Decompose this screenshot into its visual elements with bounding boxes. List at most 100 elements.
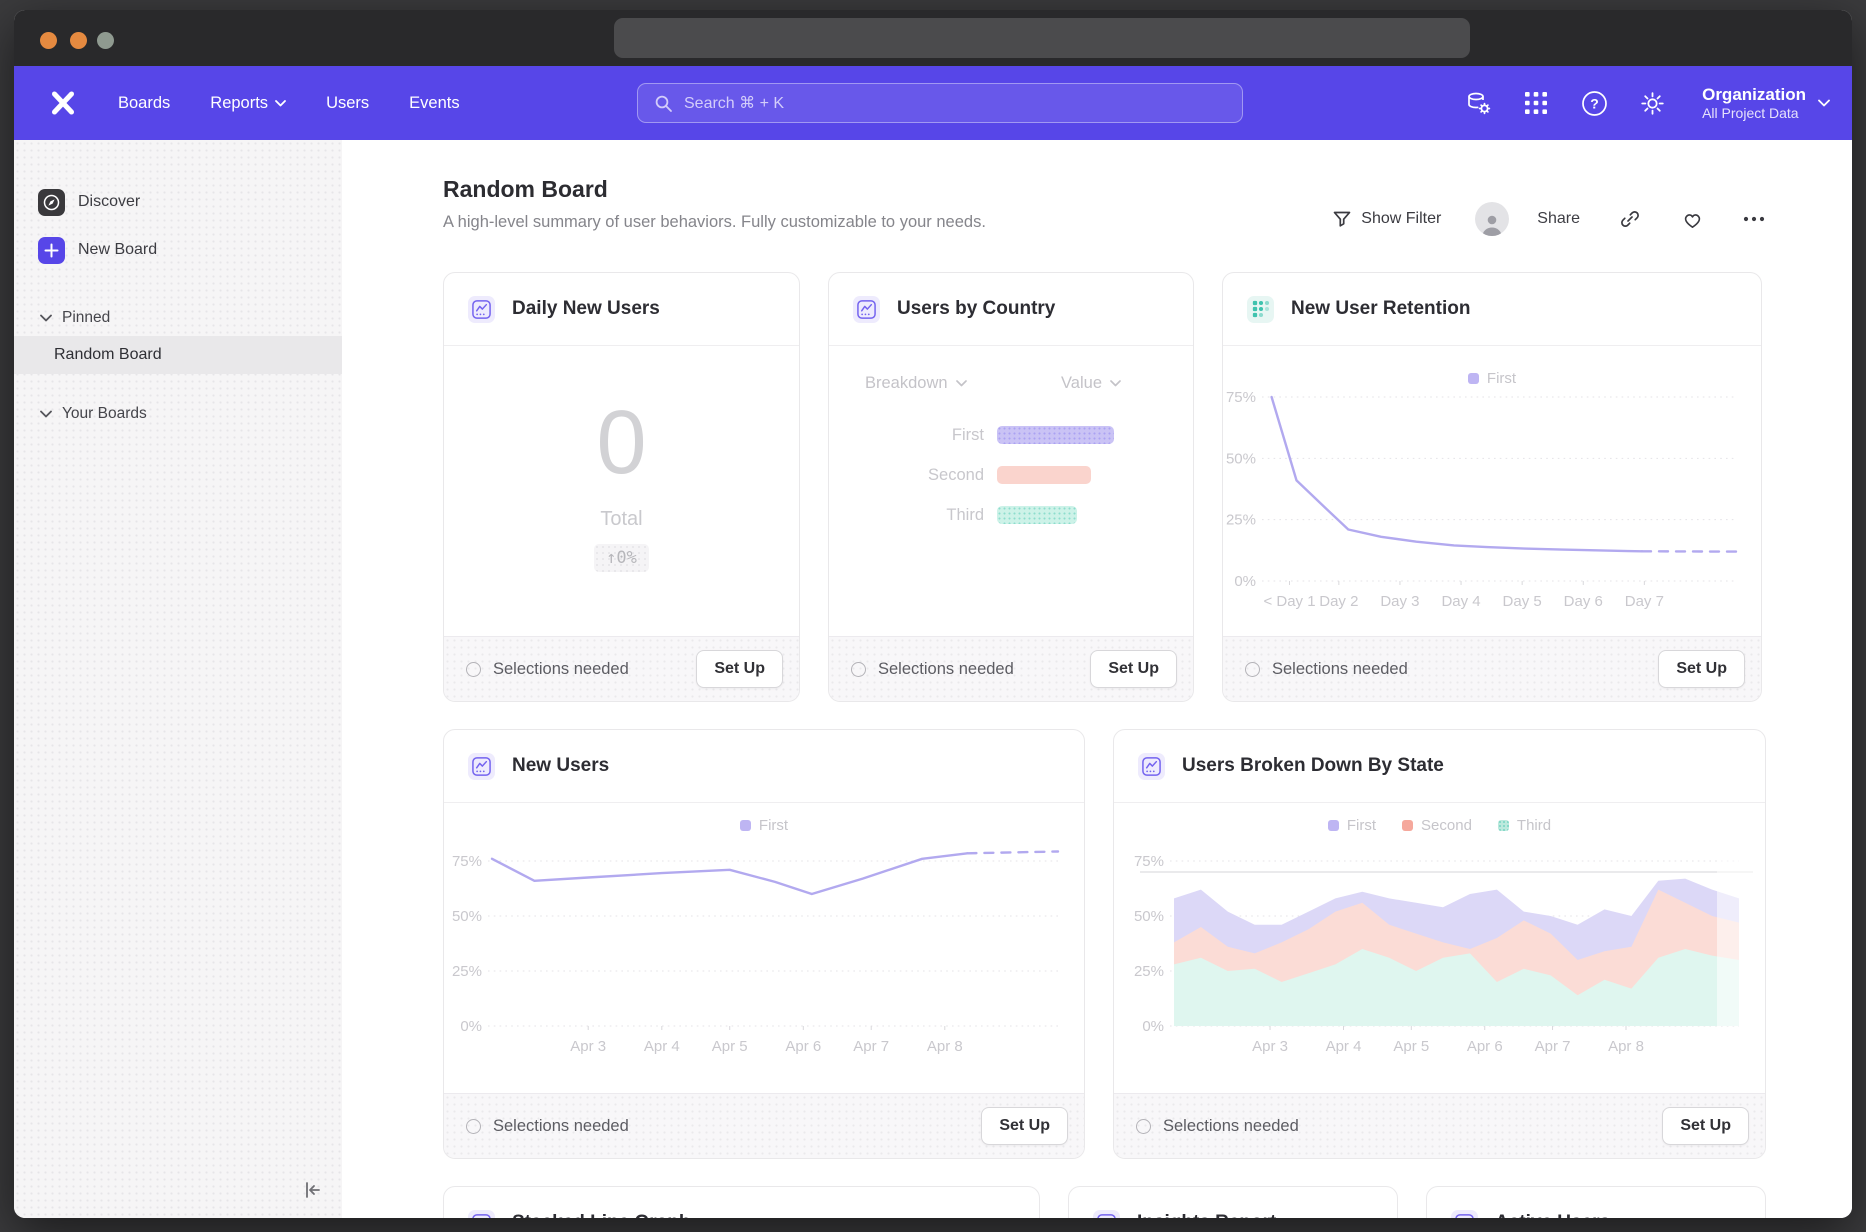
svg-text:Apr 7: Apr 7: [853, 1038, 889, 1055]
breakdown-dropdown[interactable]: Breakdown: [865, 374, 967, 393]
status-text: Selections needed: [878, 660, 1014, 679]
status-circle-icon: [1136, 1119, 1151, 1134]
set-up-button[interactable]: Set Up: [981, 1107, 1068, 1145]
status-text: Selections needed: [1163, 1117, 1299, 1136]
svg-text:Apr 4: Apr 4: [644, 1038, 680, 1055]
set-up-button[interactable]: Set Up: [696, 650, 783, 688]
metric-label: Total: [600, 508, 642, 531]
status-indicator: Selections needed: [1245, 660, 1408, 679]
card-title: Users by Country: [897, 298, 1055, 320]
avatar[interactable]: [1475, 202, 1509, 236]
browser-address-bar[interactable]: [614, 18, 1470, 58]
status-circle-icon: [466, 662, 481, 677]
card-title: Insights Report: [1137, 1212, 1276, 1218]
share-button[interactable]: Share: [1537, 210, 1580, 228]
nav-item-events[interactable]: Events: [409, 94, 459, 113]
nav-item-users[interactable]: Users: [326, 94, 369, 113]
global-search-input[interactable]: Search ⌘ + K: [637, 83, 1243, 123]
insights-chart-icon: [1138, 753, 1165, 780]
svg-text:Day 3: Day 3: [1380, 593, 1419, 610]
metric-block: 0 Total ↑0%: [444, 346, 799, 636]
card-title: New User Retention: [1291, 298, 1470, 320]
help-icon[interactable]: ?: [1580, 89, 1608, 117]
card-users-by-state: Users Broken Down By State First Second …: [1113, 729, 1766, 1159]
status-text: Selections needed: [1272, 660, 1408, 679]
card-title: Stacked Line Graph: [512, 1212, 690, 1218]
nav-item-label: Reports: [210, 94, 268, 113]
window-zoom-button[interactable]: [97, 32, 114, 49]
sidebar-board-label: Random Board: [54, 346, 162, 364]
svg-text:Day 6: Day 6: [1564, 593, 1603, 610]
org-project-label: All Project Data: [1702, 105, 1806, 123]
status-circle-icon: [851, 662, 866, 677]
window-minimize-button[interactable]: [70, 32, 87, 49]
metric-delta-badge: ↑0%: [594, 544, 649, 572]
svg-text:50%: 50%: [1226, 450, 1256, 467]
nav-item-reports[interactable]: Reports: [210, 94, 286, 113]
svg-text:75%: 75%: [452, 853, 482, 870]
svg-text:Apr 8: Apr 8: [1608, 1038, 1644, 1055]
favorite-heart-icon[interactable]: [1680, 207, 1704, 231]
more-options-icon[interactable]: [1742, 207, 1766, 231]
status-indicator: Selections needed: [466, 1117, 629, 1136]
card-title: Active Users: [1495, 1212, 1610, 1218]
compass-icon: [38, 189, 65, 216]
card-header: New Users: [444, 730, 1084, 803]
chevron-down-icon: [1110, 380, 1121, 387]
retention-line-chart: 75%50%25%0%< Day 1Day 2Day 3Day 4Day 5Da…: [1223, 346, 1761, 636]
sidebar-board-random-board[interactable]: Random Board: [14, 336, 342, 374]
copy-link-icon[interactable]: [1618, 207, 1642, 231]
chevron-down-icon: [275, 100, 286, 107]
retention-grid-icon: [1247, 296, 1274, 323]
mixpanel-logo-icon[interactable]: [48, 88, 78, 118]
show-filter-button[interactable]: Show Filter: [1332, 209, 1441, 229]
card-header: New User Retention: [1223, 273, 1761, 346]
data-management-icon[interactable]: [1464, 89, 1492, 117]
breakdown-row: Second: [829, 455, 1193, 495]
window-close-button[interactable]: [40, 32, 57, 49]
card-footer: Selections needed Set Up: [444, 1093, 1084, 1158]
status-text: Selections needed: [493, 1117, 629, 1136]
value-dropdown[interactable]: Value: [1061, 374, 1121, 393]
nav-item-label: Users: [326, 94, 369, 113]
svg-text:75%: 75%: [1134, 853, 1164, 870]
value-label: Value: [1061, 374, 1102, 393]
row-label: First: [829, 426, 984, 445]
org-name: Organization: [1702, 84, 1806, 105]
sidebar-section-label: Your Boards: [62, 405, 147, 423]
card-footer: Selections needed Set Up: [444, 636, 799, 701]
set-up-button[interactable]: Set Up: [1090, 650, 1177, 688]
status-indicator: Selections needed: [851, 660, 1014, 679]
svg-text:Apr 6: Apr 6: [785, 1038, 821, 1055]
metric-value: 0: [596, 398, 646, 488]
svg-text:Apr 3: Apr 3: [570, 1038, 606, 1055]
insights-chart-icon: [1093, 1210, 1120, 1219]
card-title: Users Broken Down By State: [1182, 755, 1444, 777]
settings-gear-icon[interactable]: [1638, 89, 1666, 117]
sidebar-section-pinned[interactable]: Pinned: [14, 300, 342, 336]
collapse-sidebar-icon[interactable]: [298, 1176, 326, 1204]
sidebar-section-your-boards[interactable]: Your Boards: [14, 396, 342, 432]
org-project-switcher[interactable]: Organization All Project Data: [1702, 84, 1830, 123]
card-active-users: Active Users: [1426, 1186, 1766, 1218]
sidebar-item-discover[interactable]: Discover: [14, 178, 342, 226]
sidebar-item-new-board[interactable]: New Board: [14, 226, 342, 274]
row-label: Third: [829, 506, 984, 525]
svg-text:50%: 50%: [1134, 908, 1164, 925]
svg-text:Day 7: Day 7: [1625, 593, 1664, 610]
svg-text:Apr 5: Apr 5: [1393, 1038, 1429, 1055]
card-new-user-retention: New User Retention First 75%50%25%0%< Da…: [1222, 272, 1762, 702]
page-title: Random Board: [443, 176, 1766, 203]
card-header: Active Users: [1427, 1187, 1765, 1218]
top-navbar: Boards Reports Users Events Search ⌘ + K: [14, 66, 1852, 140]
set-up-button[interactable]: Set Up: [1662, 1107, 1749, 1145]
sidebar: Discover New Board Pinned Random Board Y…: [14, 140, 342, 1218]
apps-grid-icon[interactable]: [1522, 89, 1550, 117]
svg-text:< Day 1: < Day 1: [1263, 593, 1315, 610]
svg-text:0%: 0%: [1142, 1018, 1164, 1035]
svg-text:Apr 7: Apr 7: [1535, 1038, 1571, 1055]
set-up-button[interactable]: Set Up: [1658, 650, 1745, 688]
card-header: Users by Country: [829, 273, 1193, 346]
nav-item-boards[interactable]: Boards: [118, 94, 170, 113]
sidebar-section-label: Pinned: [62, 309, 110, 327]
